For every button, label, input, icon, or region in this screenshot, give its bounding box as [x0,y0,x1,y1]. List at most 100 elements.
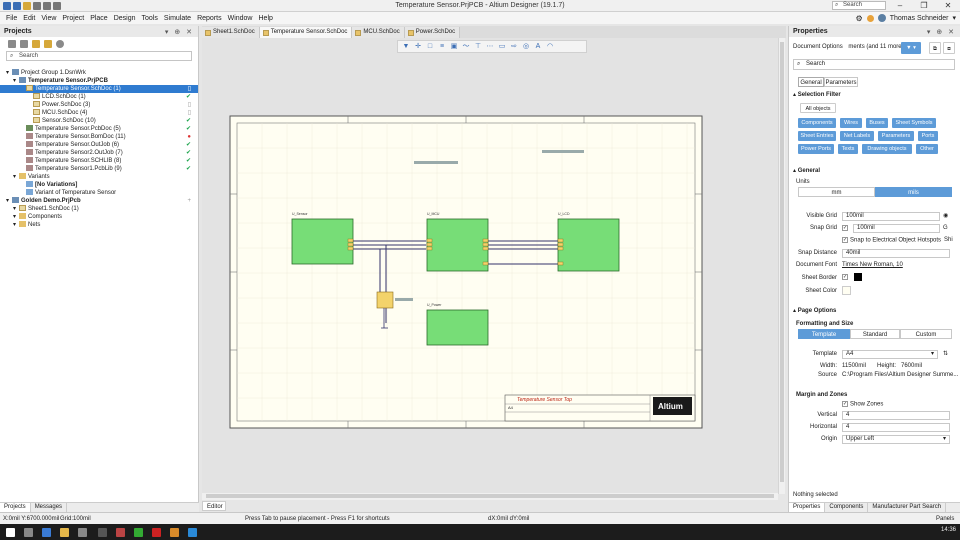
filter-wires[interactable]: Wires [840,118,862,128]
menu-place[interactable]: Place [87,15,111,22]
tree-item[interactable]: [No Variations] [0,181,198,189]
editor-tab[interactable]: Editor [202,501,226,511]
selection-filter-heading[interactable]: ▴ Selection Filter [793,91,841,98]
save-all-icon[interactable] [13,1,21,10]
altium-icon[interactable] [170,528,179,537]
tree-item[interactable]: ▾ Project Group 1.DsnWrk [0,69,198,77]
menu-simulate[interactable]: Simulate [161,15,194,22]
tab-general[interactable]: General [798,77,824,87]
tree-item[interactable]: Temperature Sensor1.PcbLib (9) ✔ [0,165,198,173]
filter-power-ports[interactable]: Power Ports [798,144,834,154]
all-objects-button[interactable]: All objects [800,103,836,113]
page-options-heading[interactable]: ▴ Page Options [793,307,836,314]
filter-sheet-entries[interactable]: Sheet Entries [798,131,836,141]
doc-tab-power[interactable]: Power.SchDoc [404,27,461,38]
horizontal-field[interactable]: 4 [842,423,950,432]
tree-item[interactable]: ▾ Variants [0,173,198,181]
tree-item[interactable]: ▾ Temperature Sensor.PrjPCB [0,77,198,85]
open-icon[interactable] [23,1,31,10]
menu-project[interactable]: Project [59,15,87,22]
filter-texts[interactable]: Texts [838,144,858,154]
align-icon[interactable]: ≡ [438,43,446,51]
sheet-symbol-power[interactable] [426,309,489,346]
sheet-symbol-lcd[interactable] [557,218,620,272]
filter-components[interactable]: Components [798,118,836,128]
maximize-button[interactable]: ❐ [912,0,936,11]
panel-option-button[interactable]: ⧈ [943,42,955,54]
sheet-color-swatch[interactable] [842,286,851,295]
global-search[interactable]: ⌕ Search [832,1,886,10]
template-select[interactable]: A4 ▾ [842,350,938,359]
vertical-field[interactable]: 4 [842,411,950,420]
tree-item[interactable]: Temperature Sensor.SCHLIB (8) ✔ [0,157,198,165]
user-name[interactable]: Thomas Schneider [890,15,949,22]
tab-messages[interactable]: Messages [31,503,68,512]
sheet-symbol-mcu[interactable] [426,218,489,272]
menu-design[interactable]: Design [111,15,139,22]
menu-window[interactable]: Window [225,15,256,22]
move-icon[interactable]: ✛ [414,43,422,51]
menu-view[interactable]: View [38,15,59,22]
power-port-icon[interactable]: ⊤ [474,43,482,51]
tree-item[interactable]: Variant of Temperature Sensor [0,189,198,197]
menu-file[interactable]: File [3,15,20,22]
dropdown-icon[interactable] [53,1,61,10]
tab-components[interactable]: Components [825,503,869,512]
properties-search-input[interactable]: ⌕ Search [793,59,955,70]
undo-icon[interactable] [33,1,41,10]
doc-tab-mcu[interactable]: MCU.SchDoc [352,27,405,38]
filter-net-labels[interactable]: Net Labels [840,131,874,141]
format-custom[interactable]: Custom [900,329,952,339]
tree-item[interactable]: ▾ Golden Demo.PrjPcb + [0,197,198,205]
save-icon[interactable] [3,1,11,10]
snap-hotspots-checkbox[interactable]: ✓ Snap to Electrical Object Hotspots [842,237,941,244]
filter-other[interactable]: Other [916,144,938,154]
pdf-icon[interactable] [152,528,161,537]
component-icon[interactable]: ▣ [450,43,458,51]
snap-grid-field[interactable]: 100mil [853,224,940,233]
tab-projects[interactable]: Projects [0,503,31,512]
snap-distance-field[interactable]: 40mil [842,249,950,258]
tree-item[interactable]: Temperature Sensor.BomDoc (11) ● [0,133,198,141]
tree-item[interactable]: Power.SchDoc (3) ▯ [0,101,198,109]
app-icon[interactable] [78,528,87,537]
folder-icon[interactable] [44,40,52,48]
schematic-sheet[interactable]: U_Sensor U_MCU U_LCD U_Power Temperature… [202,38,778,494]
panel-controls[interactable]: ▾ ⊕ ✕ [927,28,956,36]
doc-tab-sheet1[interactable]: Sheet1.SchDoc [202,27,260,38]
gear-icon[interactable]: ⚙ [856,14,863,23]
scrollbar-thumb[interactable] [206,494,774,498]
doc-tab-temperature-sensor[interactable]: Temperature Sensor.SchDoc [259,27,353,38]
general-heading[interactable]: ▴ General [793,167,820,174]
compile-icon[interactable] [20,40,28,48]
wire-icon[interactable]: 〜 [462,43,470,51]
menu-tools[interactable]: Tools [139,15,161,22]
select-icon[interactable]: □ [426,43,434,51]
sheet-symbol-sensor[interactable] [291,218,354,265]
panel-controls[interactable]: ▾ ⊕ ✕ [165,28,194,36]
filter-parameters[interactable]: Parameters [878,131,914,141]
snap-grid-checkbox[interactable]: ✓ [842,225,850,232]
filter-buses[interactable]: Buses [866,118,888,128]
component-regulator[interactable] [376,291,394,309]
menu-reports[interactable]: Reports [194,15,225,22]
tree-item[interactable]: Temperature Sensor.PcbDoc (5) ✔ [0,125,198,133]
horizontal-scrollbar[interactable] [202,493,778,500]
panel-option-button[interactable]: ⧉ [929,42,941,54]
notification-icon[interactable] [866,14,874,22]
app-icon[interactable] [98,528,107,537]
avatar[interactable] [877,14,886,22]
tree-item[interactable]: Temperature Sensor.SchDoc (1) ▯ [0,85,198,93]
chrome-icon[interactable] [134,528,143,537]
file-explorer-icon[interactable] [60,528,69,537]
open-folder-icon[interactable] [32,40,40,48]
visible-grid-field[interactable]: 100mil [842,212,940,221]
eye-icon[interactable]: ◉ [943,212,948,219]
tab-manufacturer-part-search[interactable]: Manufacturer Part Search [868,503,947,512]
origin-select[interactable]: Upper Left ▾ [842,435,950,444]
schematic-canvas[interactable]: U_Sensor U_MCU U_LCD U_Power Temperature… [202,38,778,494]
tree-item[interactable]: ▾ Components [0,213,198,221]
show-zones-checkbox[interactable]: ✓ Show Zones [842,401,883,408]
vertical-scrollbar[interactable] [778,38,785,494]
close-button[interactable]: ✕ [936,0,960,11]
